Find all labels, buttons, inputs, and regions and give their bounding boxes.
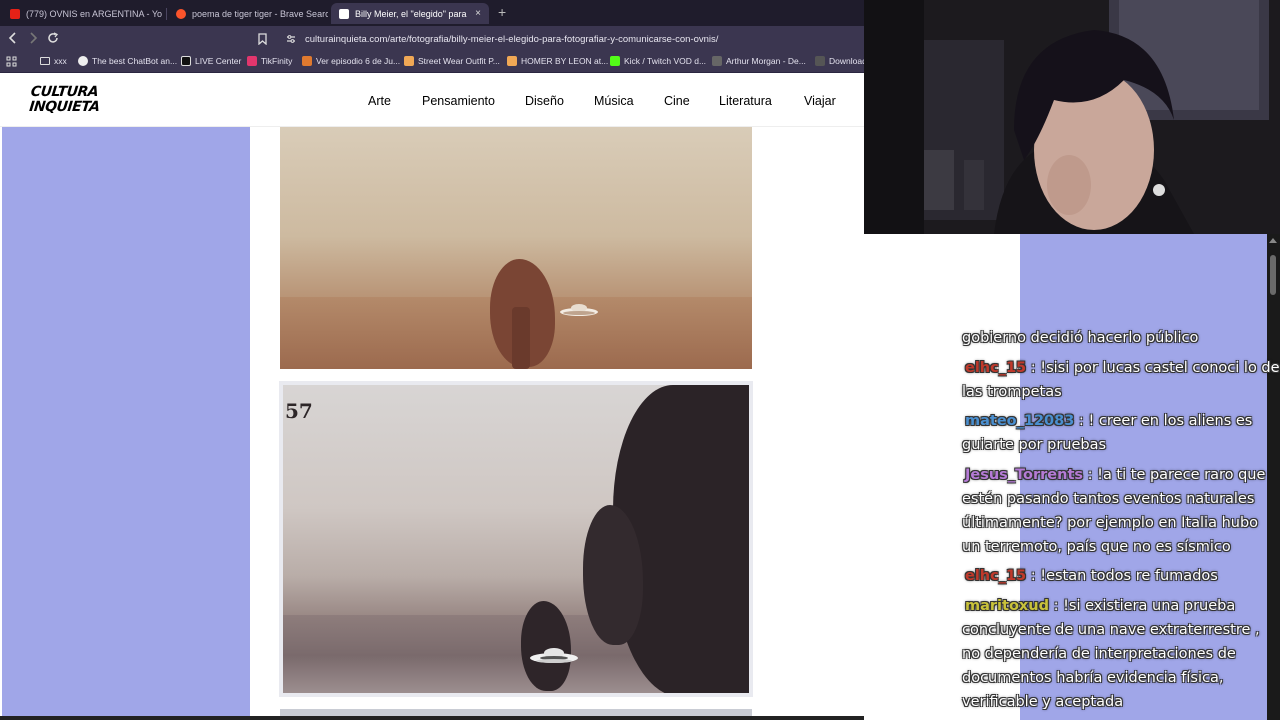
address-bar-row: culturainquieta.com/arte/fotografia/bill… xyxy=(0,26,864,53)
site-header: CULTURA INQUIETA Arte Pensamiento Diseño… xyxy=(0,75,864,127)
site-favicon-icon xyxy=(339,8,349,19)
webcam-feed xyxy=(864,0,1280,234)
chat-message: elhc_15 : !estan todos re fumados xyxy=(965,568,1218,584)
streamer-webcam-image xyxy=(864,0,1280,234)
tiktok-icon xyxy=(181,56,191,66)
bookmark-tikfinity[interactable]: TikFinity xyxy=(247,56,292,66)
nav-pensamiento[interactable]: Pensamiento xyxy=(422,94,495,108)
chat-username: Jesus_Torrents xyxy=(965,466,1084,483)
chat-overlay: gobierno decidió hacerlo público elhc_15… xyxy=(962,326,1280,719)
tab-title: (779) OVNIS en ARGENTINA - YouTube xyxy=(26,8,162,19)
shop-icon xyxy=(404,56,414,66)
sidebar-ad-space xyxy=(2,127,250,720)
tikfinity-icon xyxy=(247,56,257,66)
chat-message: maritoxud : !si existiera una prueba con… xyxy=(962,597,1260,710)
nav-viajar[interactable]: Viajar xyxy=(804,94,836,108)
bookmark-homer[interactable]: HOMER BY LEON at... xyxy=(507,56,608,66)
kick-icon xyxy=(610,56,620,66)
bookmark-live-center[interactable]: LIVE Center xyxy=(181,56,241,66)
browser-window: (779) OVNIS en ARGENTINA - YouTube poema… xyxy=(0,0,864,720)
tab-youtube[interactable]: (779) OVNIS en ARGENTINA - YouTube xyxy=(2,3,162,24)
url-text: culturainquieta.com/arte/fotografia/bill… xyxy=(305,34,719,45)
anime-icon xyxy=(302,56,312,66)
folder-icon xyxy=(40,57,50,65)
back-icon[interactable] xyxy=(8,32,18,47)
chat-username: mateo_12083 xyxy=(965,413,1075,429)
chat-username: elhc_15 xyxy=(965,359,1027,376)
bookmarks-bar: xxx The best ChatBot an... LIVE Center T… xyxy=(0,53,864,73)
chat-message: gobierno decidió hacerlo público xyxy=(962,326,1280,350)
shop-icon xyxy=(507,56,517,66)
bookmark-chatbot[interactable]: The best ChatBot an... xyxy=(78,56,177,66)
chat-text: gobierno decidió hacerlo público xyxy=(962,330,1199,346)
new-tab-button[interactable]: + xyxy=(498,4,506,20)
ufo-photo-1 xyxy=(280,127,752,369)
site-settings-icon[interactable] xyxy=(286,34,296,44)
nav-arte[interactable]: Arte xyxy=(368,94,391,108)
youtube-icon xyxy=(10,8,20,19)
bookmark-xxx[interactable]: xxx xyxy=(40,56,67,66)
bookmark-icon[interactable] xyxy=(258,33,267,48)
bookmark-download[interactable]: Download xyxy=(815,56,864,66)
apps-icon[interactable] xyxy=(6,56,18,68)
tab-title: Billy Meier, el "elegido" para fotog xyxy=(355,8,467,19)
download-icon xyxy=(815,56,825,66)
nav-literatura[interactable]: Literatura xyxy=(719,94,772,108)
chat-username: elhc_15 xyxy=(965,568,1027,584)
nav-cine[interactable]: Cine xyxy=(664,94,690,108)
brave-icon xyxy=(176,8,186,19)
wiki-icon xyxy=(712,56,722,66)
chat-username: maritoxud xyxy=(965,597,1049,614)
tab-strip: (779) OVNIS en ARGENTINA - YouTube poema… xyxy=(0,0,864,26)
tab-billy-meier[interactable]: Billy Meier, el "elegido" para fotog × xyxy=(331,3,489,24)
bookmark-kick[interactable]: Kick / Twitch VOD d... xyxy=(610,56,706,66)
site-logo[interactable]: CULTURA INQUIETA xyxy=(28,84,101,115)
ufo-icon xyxy=(560,304,598,316)
scrollbar-thumb[interactable] xyxy=(1270,255,1276,295)
bookmark-arthur-morgan[interactable]: Arthur Morgan - De... xyxy=(712,56,806,66)
ufo-icon xyxy=(530,648,578,663)
chat-text: !estan todos re fumados xyxy=(1040,568,1218,584)
frame-number: 57 xyxy=(285,399,313,423)
nav-musica[interactable]: Música xyxy=(594,94,634,108)
close-tab-icon[interactable]: × xyxy=(475,8,481,19)
web-page: CULTURA INQUIETA Arte Pensamiento Diseño… xyxy=(0,75,864,720)
ufo-photo-2: 57 xyxy=(279,381,753,697)
scroll-up-icon[interactable] xyxy=(1269,238,1277,243)
chat-message: mateo_12083 : ! creer en los aliens es g… xyxy=(962,413,1253,453)
tab-title: poema de tiger tiger - Brave Search xyxy=(192,8,328,19)
reload-icon[interactable] xyxy=(47,32,59,47)
url-field[interactable]: culturainquieta.com/arte/fotografia/bill… xyxy=(280,30,864,49)
chatbot-icon xyxy=(78,56,88,66)
chat-text: !si existiera una prueba concluyente de … xyxy=(962,597,1260,710)
nav-diseno[interactable]: Diseño xyxy=(525,94,564,108)
tab-brave-search[interactable]: poema de tiger tiger - Brave Search xyxy=(168,3,328,24)
forward-icon[interactable] xyxy=(28,32,38,47)
chat-message: elhc_15 : !sisi por lucas castel conoci … xyxy=(962,359,1280,400)
chat-message: Jesus_Torrents : !a ti te parece raro qu… xyxy=(962,466,1266,555)
bookmark-street-wear[interactable]: Street Wear Outfit P... xyxy=(404,56,500,66)
bookmark-episodio[interactable]: Ver episodio 6 de Ju... xyxy=(302,56,400,66)
